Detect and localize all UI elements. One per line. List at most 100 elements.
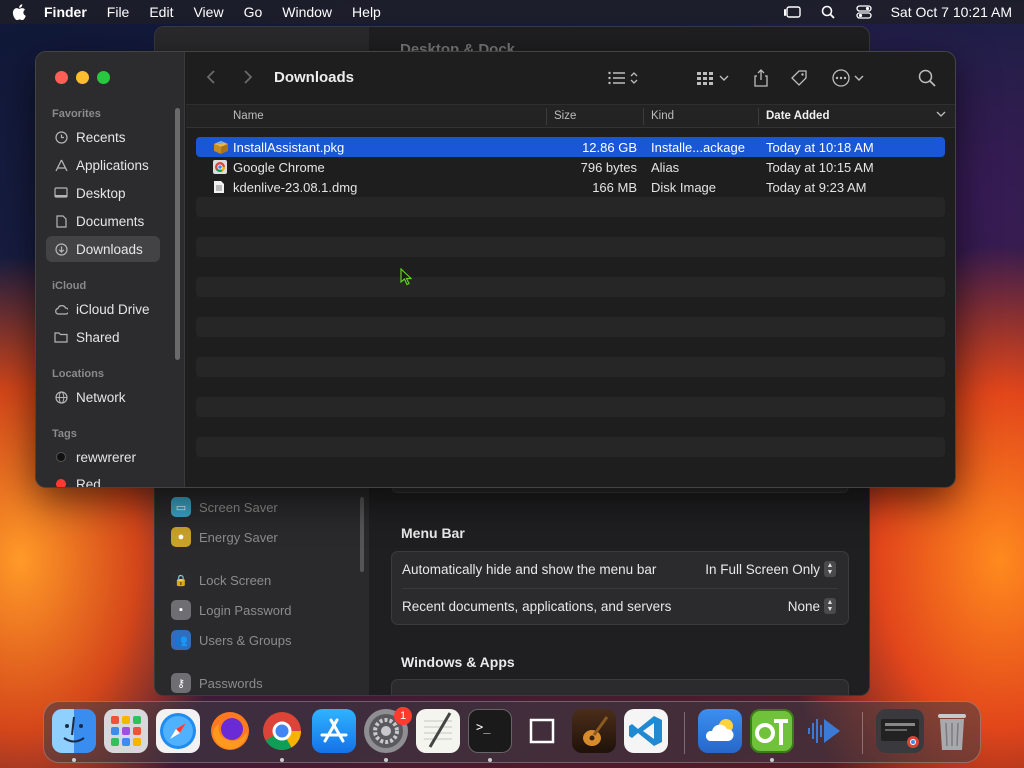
- finder-dock-icon[interactable]: [52, 709, 96, 753]
- control-center-icon[interactable]: [855, 4, 873, 20]
- group-by-button[interactable]: [697, 68, 729, 88]
- settings-item-users-groups[interactable]: 👥 Users & Groups: [171, 630, 291, 650]
- settings-item-passwords[interactable]: ⚷ Passwords: [171, 673, 263, 693]
- tag-button[interactable]: [790, 68, 808, 88]
- audio-app-dock-icon[interactable]: [802, 709, 846, 753]
- recent-documents-select[interactable]: None ▲ ▼: [788, 598, 836, 614]
- shared-folder-icon: [54, 330, 68, 344]
- trash-dock-icon[interactable]: [930, 709, 974, 753]
- sidebar-tag-red[interactable]: Red: [46, 471, 160, 487]
- running-indicator: [72, 758, 76, 762]
- menu-window[interactable]: Window: [282, 4, 332, 20]
- list-view-button[interactable]: [608, 68, 638, 88]
- stage-manager-icon[interactable]: [783, 4, 801, 20]
- settings-item-login-password[interactable]: ▪ Login Password: [171, 600, 292, 620]
- chrome-dock-icon[interactable]: [260, 709, 304, 753]
- sidebar-scrollbar[interactable]: [175, 108, 180, 360]
- file-date-added: Today at 10:15 AM: [766, 160, 874, 175]
- settings-sidebar-scrollbar[interactable]: [360, 497, 364, 572]
- column-date-added[interactable]: Date Added: [766, 110, 829, 122]
- stepper-chevrons-icon: ▲ ▼: [824, 561, 836, 577]
- launchpad-dock-icon[interactable]: [104, 709, 148, 753]
- autohide-menubar-select[interactable]: In Full Screen Only ▲ ▼: [705, 561, 836, 577]
- table-row[interactable]: InstallAssistant.pkg 12.86 GB Installe..…: [196, 137, 945, 157]
- running-indicator: [770, 758, 774, 762]
- system-settings-dock-icon[interactable]: 1: [364, 707, 412, 753]
- sort-chevron-down-icon[interactable]: [936, 109, 946, 121]
- column-size[interactable]: Size: [554, 110, 576, 122]
- file-name: InstallAssistant.pkg: [233, 140, 345, 155]
- zoom-button[interactable]: [97, 71, 110, 84]
- menu-edit[interactable]: Edit: [149, 4, 173, 20]
- sidebar-item-documents[interactable]: Documents: [46, 208, 160, 234]
- settings-item-energy-saver[interactable]: ● Energy Saver: [171, 527, 278, 547]
- menu-clock[interactable]: Sat Oct 7 10:21 AM: [891, 4, 1012, 20]
- spotlight-search-icon[interactable]: [819, 4, 837, 20]
- sidebar-item-applications[interactable]: Applications: [46, 152, 160, 178]
- safari-dock-icon[interactable]: [156, 709, 200, 753]
- login-password-icon: ▪: [171, 600, 191, 620]
- downloads-icon: [54, 242, 68, 256]
- sidebar-item-shared[interactable]: Shared: [46, 324, 160, 350]
- textedit-dock-icon[interactable]: [416, 709, 460, 753]
- vscode-dock-icon[interactable]: [624, 709, 668, 753]
- file-date-added: Today at 9:23 AM: [766, 180, 867, 195]
- sidebar-item-recents[interactable]: Recents: [46, 124, 160, 150]
- opentoonz-dock-icon[interactable]: [750, 709, 794, 753]
- garageband-dock-icon[interactable]: [572, 709, 616, 753]
- setting-value: In Full Screen Only: [705, 561, 820, 577]
- sidebar-heading-tags: Tags: [52, 428, 77, 440]
- menu-app-name[interactable]: Finder: [44, 4, 87, 20]
- chevron-down-icon: [854, 75, 864, 81]
- menu-help[interactable]: Help: [352, 4, 381, 20]
- sidebar-item-label: Applications: [76, 157, 149, 173]
- firefox-dock-icon[interactable]: [208, 709, 252, 753]
- cloud-icon: [54, 302, 68, 316]
- file-date-added: Today at 10:18 AM: [766, 140, 874, 155]
- column-kind[interactable]: Kind: [651, 110, 674, 122]
- menu-view[interactable]: View: [193, 4, 223, 20]
- sidebar-heading-favorites: Favorites: [52, 108, 101, 120]
- empty-row: [196, 377, 945, 397]
- action-menu-button[interactable]: [832, 68, 864, 88]
- back-button[interactable]: [206, 69, 216, 90]
- window-dock-icon[interactable]: [520, 709, 564, 753]
- column-separator[interactable]: [546, 108, 547, 125]
- minimize-button[interactable]: [76, 71, 89, 84]
- key-icon: ⚷: [171, 673, 191, 693]
- sidebar-item-desktop[interactable]: Desktop: [46, 180, 160, 206]
- sidebar-item-icloud-drive[interactable]: iCloud Drive: [46, 296, 160, 322]
- app-store-dock-icon[interactable]: [312, 709, 356, 753]
- share-button[interactable]: [754, 68, 768, 88]
- empty-row: [196, 357, 945, 377]
- column-separator[interactable]: [758, 108, 759, 125]
- settings-item-screen-saver[interactable]: ▭ Screen Saver: [171, 497, 278, 517]
- row-divider: [402, 588, 838, 589]
- table-row[interactable]: Google Chrome 796 bytes Alias Today at 1…: [196, 157, 945, 177]
- table-row[interactable]: kdenlive-23.08.1.dmg 166 MB Disk Image T…: [196, 177, 945, 197]
- empty-row: [196, 397, 945, 417]
- setting-label: Automatically hide and show the menu bar: [402, 561, 657, 577]
- menu-go[interactable]: Go: [244, 4, 263, 20]
- column-name[interactable]: Name: [233, 110, 264, 122]
- empty-row: [196, 337, 945, 357]
- file-kind: Installe...ackage: [651, 140, 745, 155]
- menu-file[interactable]: File: [107, 4, 130, 20]
- settings-item-lock-screen[interactable]: 🔒 Lock Screen: [171, 570, 271, 590]
- terminal-dock-icon[interactable]: >_: [468, 709, 512, 753]
- close-button[interactable]: [55, 71, 68, 84]
- lock-icon: 🔒: [171, 570, 191, 590]
- settings-item-label: Screen Saver: [199, 499, 278, 515]
- applications-icon: [54, 158, 68, 172]
- search-button[interactable]: [918, 68, 936, 88]
- weather-dock-icon[interactable]: [698, 709, 742, 753]
- column-separator[interactable]: [643, 108, 644, 125]
- sidebar-item-network[interactable]: Network: [46, 384, 160, 410]
- forward-button[interactable]: [243, 69, 253, 90]
- downloads-stack-icon[interactable]: [876, 709, 924, 753]
- document-icon: [54, 214, 68, 228]
- apple-icon[interactable]: [12, 4, 26, 20]
- sidebar-tag-rewwrerer[interactable]: rewwrerer: [46, 444, 160, 470]
- sidebar-item-downloads[interactable]: Downloads: [46, 236, 160, 262]
- sidebar-item-label: Documents: [76, 213, 145, 229]
